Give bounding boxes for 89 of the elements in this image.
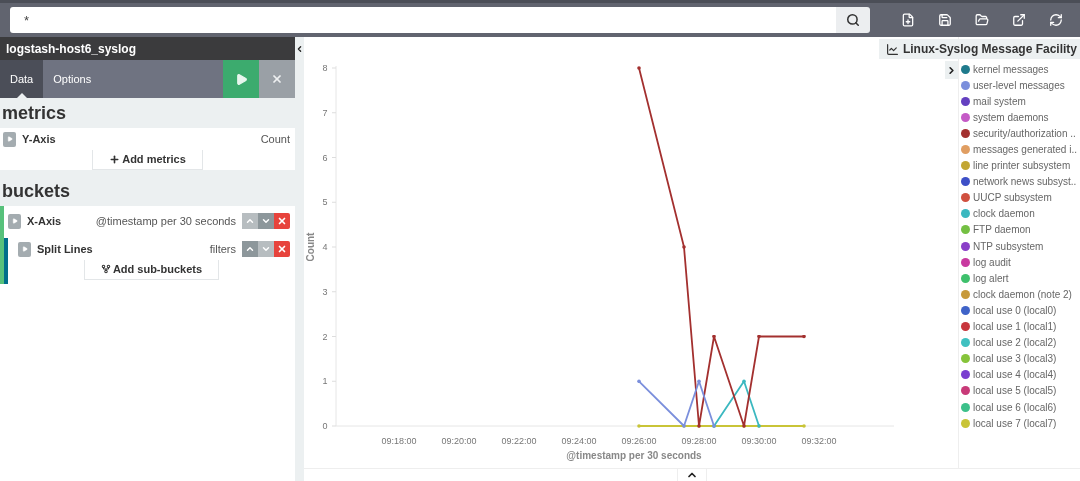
refresh-icon[interactable]: [1048, 13, 1063, 27]
caret-icon: [11, 218, 18, 224]
caret-icon: [6, 136, 13, 142]
agg-value: @timestamp per 30 seconds: [95, 215, 236, 227]
tab[interactable]: Data: [0, 60, 44, 98]
y-tick-label: 0: [322, 421, 328, 431]
y-tick-label: 1: [322, 376, 328, 387]
y-tick-label: 3: [322, 286, 328, 297]
x-tick-label: 09:26:00: [621, 436, 657, 446]
legend-label[interactable]: NTP subsystem: [973, 240, 1044, 252]
legend-label[interactable]: local use 6 (local6): [973, 401, 1057, 413]
legend-label[interactable]: clock daemon (note 2): [973, 288, 1072, 300]
legend-label[interactable]: FTP daemon: [973, 224, 1031, 236]
legend-label[interactable]: local use 7 (local7): [973, 417, 1057, 429]
x-tick-label: 09:22:00: [501, 436, 537, 446]
legend-label[interactable]: line printer subsystem: [973, 160, 1071, 172]
apply-button[interactable]: [223, 60, 259, 98]
y-tick-label: 5: [322, 197, 328, 208]
legend-label[interactable]: local use 3 (local3): [973, 353, 1057, 365]
close-icon: [277, 244, 287, 254]
y-tick-label: 6: [322, 152, 328, 163]
legend-label[interactable]: local use 4 (local4): [973, 369, 1057, 381]
close-icon: [271, 73, 283, 85]
save-icon[interactable]: [937, 13, 952, 27]
legend-label[interactable]: system daemons: [973, 111, 1049, 123]
plus-icon: [109, 153, 121, 165]
legend-label[interactable]: local use 5 (local5): [973, 385, 1057, 397]
y-tick-label: 8: [322, 63, 328, 73]
legend-label[interactable]: messages generated i..: [973, 144, 1077, 155]
agg-label: Y-Axis: [22, 133, 56, 145]
move-up-button[interactable]: [242, 241, 258, 257]
legend-label[interactable]: local use 2 (local2): [973, 337, 1057, 349]
remove-button[interactable]: [274, 241, 290, 257]
down-icon: [261, 244, 271, 254]
close-icon: [277, 216, 287, 226]
y-tick-label: 4: [322, 242, 328, 252]
legend-label[interactable]: log audit: [973, 256, 1011, 268]
agg-value: Count: [260, 133, 290, 145]
expand-toggle[interactable]: [18, 241, 31, 257]
expand-button[interactable]: [677, 469, 707, 481]
x-tick-label: 09:20:00: [441, 436, 477, 446]
share-icon[interactable]: [1011, 13, 1026, 27]
add-metrics-button[interactable]: Add metrics: [92, 150, 203, 170]
search-icon: [846, 13, 860, 27]
legend-label[interactable]: clock daemon: [973, 208, 1035, 220]
x-tick-label: 09:28:00: [681, 436, 717, 446]
move-down-button[interactable]: [258, 213, 274, 229]
caret-icon: [21, 246, 28, 252]
expand-toggle[interactable]: [3, 131, 16, 147]
line-chart-icon: [885, 42, 899, 56]
legend-toggle[interactable]: [945, 61, 958, 79]
up-icon: [245, 244, 255, 254]
down-icon: [261, 216, 271, 226]
legend-label[interactable]: security/authorization ..: [973, 127, 1076, 139]
x-tick-label: 09:30:00: [741, 436, 777, 446]
y-tick-label: 2: [322, 331, 328, 342]
x-tick-label: 09:32:00: [801, 436, 837, 446]
y-axis-title: Count: [305, 232, 316, 262]
tab[interactable]: Options: [43, 60, 102, 98]
agg-label: X-Axis: [27, 215, 62, 227]
collapse-icon[interactable]: [295, 43, 304, 55]
legend-label[interactable]: user-level messages: [973, 79, 1065, 91]
y-tick-label: 7: [322, 107, 328, 118]
legend-label[interactable]: UUCP subsystem: [973, 192, 1052, 204]
legend-label[interactable]: local use 1 (local1): [973, 321, 1057, 333]
section-heading: metrics: [1, 102, 68, 125]
index-title: logstash-host6_syslog: [0, 37, 295, 60]
agg-value: filters: [209, 243, 236, 255]
new-file-icon[interactable]: [900, 13, 915, 27]
legend-label[interactable]: kernel messages: [973, 63, 1049, 75]
section-heading: buckets: [1, 180, 72, 203]
x-tick-label: 09:24:00: [561, 436, 597, 446]
x-tick-label: 09:18:00: [381, 436, 417, 446]
remove-button[interactable]: [274, 213, 290, 229]
x-axis-title: @timestamp per 30 seconds: [566, 450, 702, 461]
play-icon: [234, 72, 248, 86]
legend-label[interactable]: log alert: [973, 272, 1009, 284]
add-sub-buckets-button[interactable]: Add sub-buckets: [83, 260, 220, 280]
agg-label: Split Lines: [37, 243, 93, 255]
folder-icon[interactable]: [974, 13, 989, 27]
legend-label[interactable]: network news subsyst..: [973, 176, 1077, 188]
expand-toggle[interactable]: [8, 213, 21, 229]
search-button[interactable]: [836, 7, 870, 33]
fork-icon: [100, 264, 111, 274]
chevron-right-icon: [946, 64, 957, 76]
legend-label[interactable]: mail system: [973, 95, 1026, 107]
query-field[interactable]: *: [10, 7, 836, 33]
legend-label[interactable]: local use 0 (local0): [973, 304, 1057, 316]
up-icon: [245, 216, 255, 226]
